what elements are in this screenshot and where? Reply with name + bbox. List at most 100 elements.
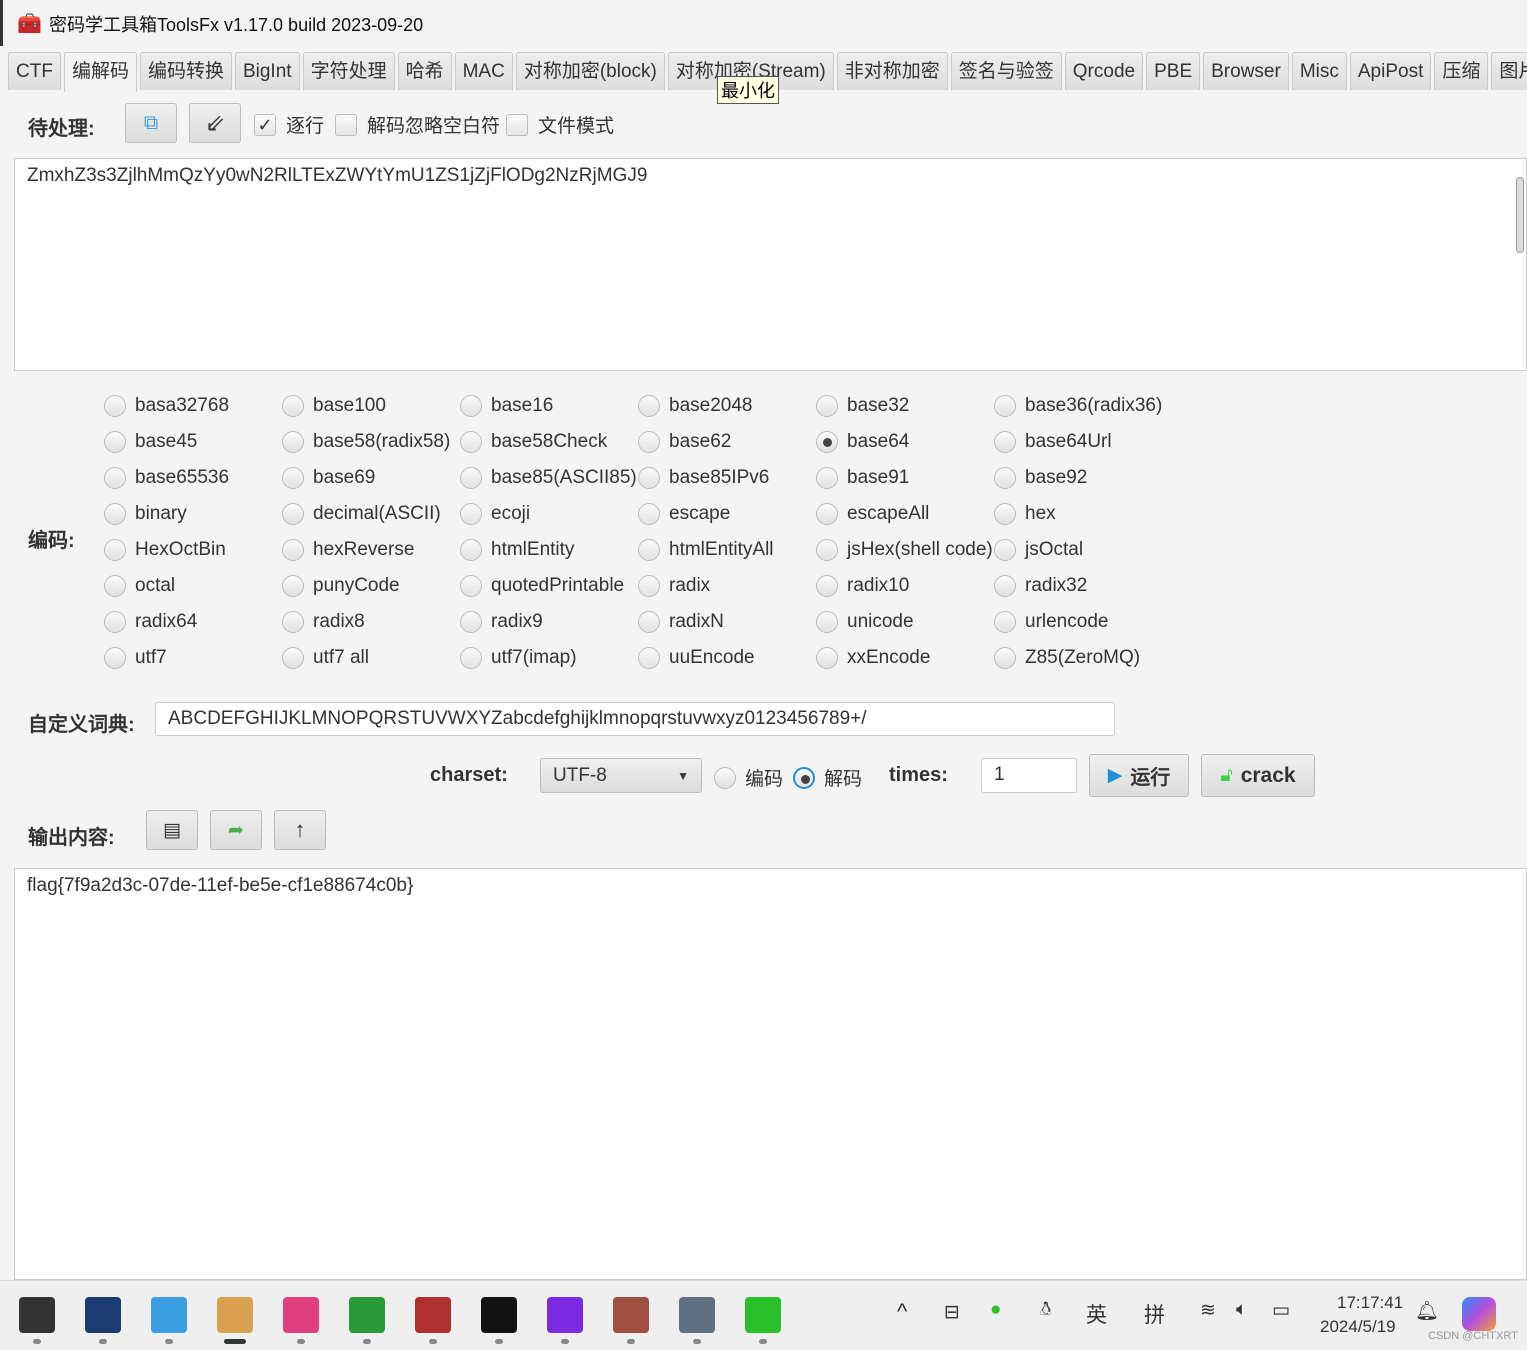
portrait-app-icon[interactable] <box>613 1297 649 1333</box>
encoding-option[interactable]: base64Url <box>994 431 1112 453</box>
import-button[interactable]: ⇙ <box>189 103 241 143</box>
encoding-option[interactable]: Z85(ZeroMQ) <box>994 647 1140 669</box>
times-input[interactable]: 1 <box>981 758 1077 793</box>
wifi-icon[interactable]: ≋ <box>1200 1299 1216 1322</box>
encoding-option[interactable]: unicode <box>816 611 914 633</box>
encoding-option[interactable]: binary <box>104 503 187 525</box>
encoding-option[interactable]: jsOctal <box>994 539 1083 561</box>
copy-output-button[interactable]: ▤ <box>146 810 198 850</box>
encoding-option[interactable]: radix8 <box>282 611 365 633</box>
copy-button[interactable]: ⧉ <box>125 103 177 143</box>
encoding-option[interactable]: base85IPv6 <box>638 467 769 489</box>
encoding-option[interactable]: base62 <box>638 431 731 453</box>
wechat-tray-icon[interactable]: ● <box>990 1299 1001 1321</box>
encoding-option[interactable]: base92 <box>994 467 1087 489</box>
tab-2[interactable]: 编码转换 <box>139 52 232 90</box>
encoding-option[interactable]: base58(radix58) <box>282 431 450 453</box>
bell-icon[interactable]: 🔔︎ <box>1415 1299 1439 1323</box>
battery-icon[interactable]: ▭ <box>1272 1299 1290 1322</box>
encoding-option[interactable]: htmlEntityAll <box>638 539 774 561</box>
cat-app-icon[interactable] <box>85 1297 121 1333</box>
tab-5[interactable]: 哈希 <box>397 52 452 90</box>
encode-radio[interactable]: 编码 <box>714 764 783 791</box>
winrar-icon[interactable] <box>415 1297 451 1333</box>
ime-mode[interactable]: 拼 <box>1144 1299 1165 1329</box>
encoding-option[interactable]: base85(ASCII85) <box>460 467 637 489</box>
encoding-option[interactable]: base16 <box>460 395 553 417</box>
encoding-option[interactable]: radix <box>638 575 710 597</box>
tab-11[interactable]: Qrcode <box>1064 52 1144 90</box>
crack-button[interactable]: 🔓︎ crack <box>1201 754 1315 797</box>
encoding-option[interactable]: hexReverse <box>282 539 414 561</box>
encoding-option[interactable]: base32 <box>816 395 909 417</box>
encoding-option[interactable]: base69 <box>282 467 375 489</box>
encoding-option[interactable]: ecoji <box>460 503 530 525</box>
decode-radio[interactable]: 解码 <box>793 764 862 791</box>
encoding-option[interactable]: radix32 <box>994 575 1087 597</box>
encoding-option[interactable]: utf7 <box>104 647 167 669</box>
ignore-whitespace-checkbox[interactable]: 解码忽略空白符 <box>335 111 500 138</box>
tab-17[interactable]: 图片模块 <box>1491 52 1527 90</box>
encoding-option[interactable]: hex <box>994 503 1056 525</box>
tab-9[interactable]: 非对称加密 <box>836 52 948 90</box>
encoding-option[interactable]: base58Check <box>460 431 607 453</box>
encoding-option[interactable]: escapeAll <box>816 503 929 525</box>
file-mode-checkbox[interactable]: 文件模式 <box>506 111 614 138</box>
download-manager-icon[interactable] <box>349 1297 385 1333</box>
tab-15[interactable]: ApiPost <box>1349 52 1432 90</box>
encoding-option[interactable]: uuEncode <box>638 647 755 669</box>
clock-time[interactable]: 17:17:41 <box>1337 1293 1403 1313</box>
encoding-option[interactable]: base91 <box>816 467 909 489</box>
tab-16[interactable]: 压缩 <box>1434 52 1489 90</box>
tab-0[interactable]: CTF <box>8 52 61 90</box>
encoding-option[interactable]: base45 <box>104 431 197 453</box>
encoding-option[interactable]: radixN <box>638 611 724 633</box>
encoding-option[interactable]: utf7 all <box>282 647 369 669</box>
encoding-option[interactable]: radix9 <box>460 611 543 633</box>
clock-date[interactable]: 2024/5/19 <box>1320 1317 1396 1337</box>
move-up-button[interactable]: ↑ <box>274 810 326 850</box>
encoding-option[interactable]: base65536 <box>104 467 229 489</box>
baidu-netdisk-icon[interactable] <box>283 1297 319 1333</box>
charset-select[interactable]: UTF-8 ▼ <box>540 758 702 793</box>
encoding-option[interactable]: htmlEntity <box>460 539 574 561</box>
encoding-option[interactable]: base2048 <box>638 395 752 417</box>
tab-7[interactable]: 对称加密(block) <box>515 52 665 90</box>
qq-icon[interactable]: 🐧︎ <box>1040 1299 1052 1323</box>
encoding-option[interactable]: xxEncode <box>816 647 930 669</box>
encoding-option[interactable]: decimal(ASCII) <box>282 503 441 525</box>
encoding-option[interactable]: radix64 <box>104 611 197 633</box>
encoding-option[interactable]: punyCode <box>282 575 400 597</box>
toolsfx-icon[interactable] <box>217 1297 253 1333</box>
calculator-icon[interactable] <box>679 1297 715 1333</box>
toggle-icon[interactable]: ⊟ <box>944 1301 960 1324</box>
hex-editor-icon[interactable] <box>547 1297 583 1333</box>
scrollbar[interactable] <box>1516 177 1524 253</box>
tab-12[interactable]: PBE <box>1146 52 1201 90</box>
burp-icon[interactable] <box>481 1297 517 1333</box>
encoding-option[interactable]: utf7(imap) <box>460 647 577 669</box>
encoding-option[interactable]: quotedPrintable <box>460 575 624 597</box>
custom-dict-input[interactable]: ABCDEFGHIJKLMNOPQRSTUVWXYZabcdefghijklmn… <box>155 702 1115 736</box>
input-textarea[interactable]: ZmxhZ3s3ZjlhMmQzYy0wN2RlLTExZWYtYmU1ZS1j… <box>14 158 1527 371</box>
encoding-option[interactable]: base36(radix36) <box>994 395 1162 417</box>
tab-14[interactable]: Misc <box>1291 52 1347 90</box>
tab-3[interactable]: BigInt <box>234 52 300 90</box>
terminal-icon[interactable] <box>19 1297 55 1333</box>
encoding-option[interactable]: escape <box>638 503 730 525</box>
encoding-option[interactable]: radix10 <box>816 575 909 597</box>
tab-1[interactable]: 编解码 <box>63 52 137 92</box>
encoding-option[interactable]: octal <box>104 575 175 597</box>
encoding-option[interactable]: base100 <box>282 395 386 417</box>
line-by-line-checkbox[interactable]: ✓ 逐行 <box>254 111 324 138</box>
tab-13[interactable]: Browser <box>1203 52 1289 90</box>
chevron-up-icon[interactable]: ^ <box>897 1299 907 1325</box>
encoding-option[interactable]: jsHex(shell code) <box>816 539 993 561</box>
waveform-app-icon[interactable] <box>151 1297 187 1333</box>
tab-6[interactable]: MAC <box>454 52 513 90</box>
tab-4[interactable]: 字符处理 <box>302 52 395 90</box>
wechat-icon[interactable] <box>745 1297 781 1333</box>
encoding-option[interactable]: basa32768 <box>104 395 229 417</box>
copilot-icon[interactable] <box>1462 1297 1496 1331</box>
encoding-option[interactable]: base64 <box>816 431 909 453</box>
